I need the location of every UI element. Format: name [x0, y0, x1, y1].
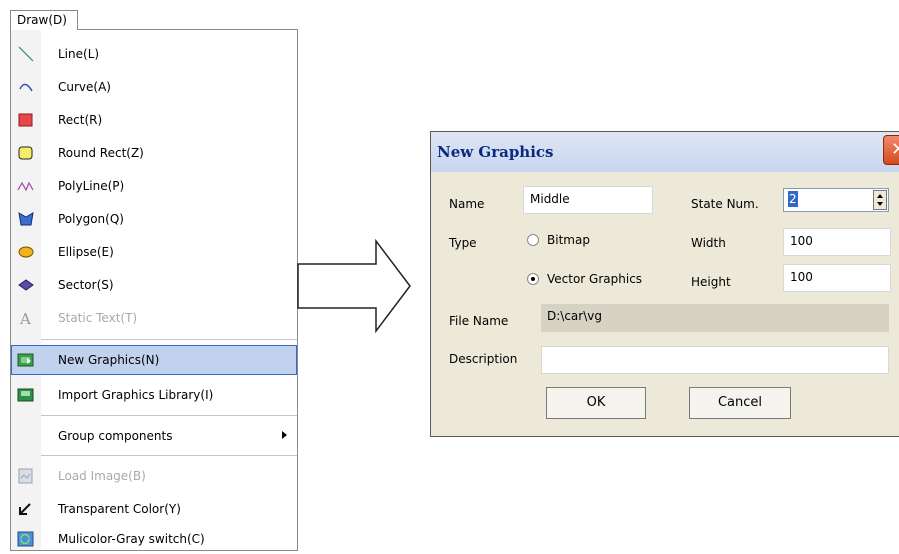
menu-item-label: Transparent Color(Y)	[58, 502, 181, 516]
polygon-icon	[17, 211, 35, 227]
menu-item-sector[interactable]: Sector(S)	[11, 270, 297, 300]
line-icon	[17, 46, 35, 62]
menu-item-label: Rect(R)	[58, 113, 103, 127]
menu-item-round-rect[interactable]: Round Rect(Z)	[11, 138, 297, 168]
menu-item-line[interactable]: Line(L)	[11, 39, 297, 69]
menu-item-transparent-color[interactable]: Transparent Color(Y)	[11, 494, 297, 524]
width-label: Width	[691, 236, 726, 250]
sector-icon	[17, 277, 35, 293]
dialog-title: New Graphics	[437, 143, 554, 161]
menu-separator	[41, 455, 297, 456]
menu-item-ellipse[interactable]: Ellipse(E)	[11, 237, 297, 267]
round-rect-icon	[17, 145, 35, 161]
name-label: Name	[449, 197, 485, 211]
transparent-color-icon	[17, 501, 35, 517]
color-gray-switch-icon	[17, 531, 35, 547]
menu-item-rect[interactable]: Rect(R)	[11, 105, 297, 135]
menu-item-label: Import Graphics Library(I)	[58, 388, 214, 402]
menu-item-label: Group components	[58, 429, 173, 443]
vector-graphics-radio[interactable]	[527, 273, 539, 285]
menu-item-multicolor-gray-switch[interactable]: Mulicolor-Gray switch(C)	[11, 524, 297, 554]
height-input[interactable]: 100	[783, 264, 891, 292]
height-label: Height	[691, 275, 731, 289]
ellipse-icon	[17, 244, 35, 260]
menu-item-polyline[interactable]: PolyLine(P)	[11, 171, 297, 201]
new-graphics-dialog: New Graphics ✕ Name Middle State Num. 2 …	[430, 131, 899, 437]
curve-icon	[17, 79, 35, 95]
polyline-icon	[17, 178, 35, 194]
vector-graphics-radio-label[interactable]: Vector Graphics	[547, 271, 642, 287]
menu-item-label: Static Text(T)	[58, 311, 138, 325]
file-name-field: D:\car\vg	[541, 304, 889, 332]
close-icon: ✕	[891, 139, 899, 160]
menu-item-import-graphics-library[interactable]: Import Graphics Library(I)	[11, 380, 297, 410]
description-label: Description	[449, 352, 518, 366]
state-num-label: State Num.	[691, 197, 759, 211]
type-label: Type	[449, 236, 477, 250]
menu-item-static-text[interactable]: A Static Text(T)	[11, 303, 297, 333]
menu-draw[interactable]: Draw(D)	[10, 10, 78, 30]
menu-item-label: Round Rect(Z)	[58, 146, 144, 160]
state-num-spinner[interactable]: 2	[783, 188, 889, 212]
menu-item-label: New Graphics(N)	[58, 353, 160, 367]
description-input[interactable]	[541, 346, 889, 374]
load-image-icon	[17, 468, 35, 484]
draw-menu-dropdown: Line(L) Curve(A) Rect(R) Round Rect(Z) P…	[10, 29, 298, 551]
menu-item-load-image[interactable]: Load Image(B)	[11, 461, 297, 491]
width-input[interactable]: 100	[783, 228, 891, 256]
name-input[interactable]: Middle	[523, 186, 653, 214]
dialog-title-bar[interactable]: New Graphics ✕	[431, 132, 899, 172]
import-library-icon	[17, 387, 35, 403]
spin-down-icon[interactable]	[877, 202, 883, 206]
menu-item-label: Load Image(B)	[58, 469, 146, 483]
spin-up-icon[interactable]	[877, 194, 883, 198]
bitmap-radio-label[interactable]: Bitmap	[547, 232, 590, 248]
menu-item-label: PolyLine(P)	[58, 179, 125, 193]
spinner-buttons[interactable]	[873, 190, 887, 210]
menu-item-group-components[interactable]: Group components	[11, 421, 297, 451]
bitmap-radio[interactable]	[527, 234, 539, 246]
rect-icon	[17, 112, 35, 128]
right-arrow-icon	[297, 238, 411, 334]
menu-item-label: Mulicolor-Gray switch(C)	[58, 532, 205, 546]
menu-item-new-graphics[interactable]: New Graphics(N)	[11, 345, 297, 375]
menu-item-curve[interactable]: Curve(A)	[11, 72, 297, 102]
menu-item-label: Line(L)	[58, 47, 100, 61]
menu-item-label: Polygon(Q)	[58, 212, 124, 226]
close-button[interactable]: ✕	[883, 135, 899, 165]
menu-item-polygon[interactable]: Polygon(Q)	[11, 204, 297, 234]
menu-item-label: Curve(A)	[58, 80, 111, 94]
submenu-arrow-icon	[282, 431, 287, 439]
svg-text:A: A	[19, 310, 31, 326]
ok-button[interactable]: OK	[546, 387, 646, 419]
file-name-label: File Name	[449, 314, 509, 328]
menu-item-label: Ellipse(E)	[58, 245, 114, 259]
new-graphics-icon	[17, 352, 35, 368]
cancel-button[interactable]: Cancel	[689, 387, 791, 419]
state-num-value: 2	[788, 191, 798, 207]
menu-item-label: Sector(S)	[58, 278, 114, 292]
menu-separator	[41, 339, 297, 340]
menu-separator	[41, 415, 297, 416]
static-text-icon: A	[17, 310, 35, 328]
